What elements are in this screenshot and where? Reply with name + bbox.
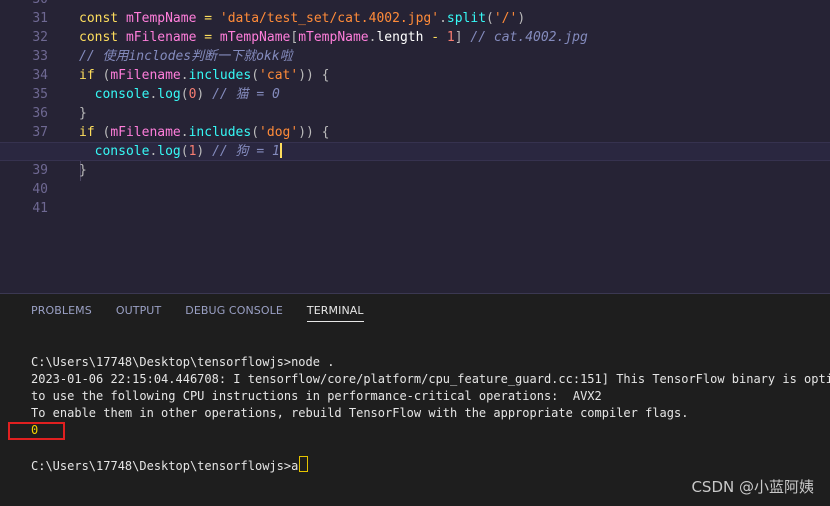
code-token: { bbox=[321, 125, 330, 140]
line-number: 40 bbox=[32, 182, 48, 197]
code-token: mTempName bbox=[219, 30, 291, 45]
code-token: ( bbox=[486, 11, 494, 26]
code-line[interactable]: if (mFilename.includes('cat')) { bbox=[79, 66, 830, 85]
code-line[interactable]: console.log(0) // 猫 = 0 bbox=[79, 85, 830, 104]
code-token: if bbox=[79, 125, 103, 140]
tab-debug-console[interactable]: DEBUG CONSOLE bbox=[185, 304, 283, 322]
text-cursor bbox=[279, 143, 282, 158]
line-number: 34 bbox=[32, 68, 48, 83]
tab-terminal[interactable]: TERMINAL bbox=[306, 304, 364, 322]
code-line[interactable]: console.log(1) // 狗 = 1 bbox=[0, 142, 830, 161]
terminal-cursor bbox=[299, 456, 309, 472]
code-token: [ bbox=[290, 30, 299, 45]
bottom-panel: PROBLEMS OUTPUT DEBUG CONSOLE TERMINAL C… bbox=[0, 293, 830, 506]
code-area[interactable]: const mTempName = 'data/test_set/cat.400… bbox=[0, 0, 830, 218]
code-token: = bbox=[204, 30, 220, 45]
tab-problems[interactable]: PROBLEMS bbox=[31, 304, 92, 322]
terminal-line: C:\Users\17748\Desktop\tensorflowjs>node… bbox=[31, 355, 335, 369]
code-token: 'data/test_set/cat.4002.jpg' bbox=[219, 11, 440, 26]
code-token: = bbox=[204, 11, 220, 26]
code-line[interactable] bbox=[79, 0, 830, 9]
line-number: 35 bbox=[32, 87, 48, 102]
code-token: mFilename bbox=[125, 30, 205, 45]
code-token: console bbox=[94, 87, 150, 102]
code-token: const bbox=[79, 11, 126, 26]
code-line[interactable]: } bbox=[79, 161, 830, 180]
code-token: const bbox=[79, 30, 126, 45]
terminal-prompt-line[interactable]: C:\Users\17748\Desktop\tensorflowjs>a bbox=[31, 456, 830, 473]
watermark: CSDN @小蓝阿姨 bbox=[691, 478, 814, 496]
code-line[interactable]: const mFilename = mTempName[mTempName.le… bbox=[79, 28, 830, 47]
code-token: includes bbox=[188, 125, 252, 140]
code-token: log bbox=[157, 87, 181, 102]
code-token: mFilename bbox=[110, 68, 181, 83]
line-number: 32 bbox=[32, 30, 48, 45]
code-token: // 狗 = 1 bbox=[212, 144, 280, 159]
terminal-line: 2023-01-06 22:15:04.446708: I tensorflow… bbox=[31, 372, 830, 386]
terminal-line: To enable them in other operations, rebu… bbox=[31, 406, 689, 420]
code-token: // cat.4002.jpg bbox=[470, 30, 588, 45]
panel-tabs: PROBLEMS OUTPUT DEBUG CONSOLE TERMINAL bbox=[31, 304, 388, 322]
code-line[interactable] bbox=[79, 180, 830, 199]
code-token: )) { bbox=[298, 68, 330, 83]
terminal-line: to use the following CPU instructions in… bbox=[31, 389, 602, 403]
code-token: // 猫 = 0 bbox=[212, 87, 280, 102]
code-token: mTempName bbox=[298, 30, 369, 45]
code-token: ] bbox=[454, 30, 471, 45]
terminal-output-value: 0 bbox=[31, 423, 39, 437]
code-token: ) bbox=[196, 144, 213, 159]
code-token: 'dog' bbox=[259, 125, 299, 140]
code-line[interactable]: const mTempName = 'data/test_set/cat.400… bbox=[79, 9, 830, 28]
code-token: mFilename bbox=[110, 125, 181, 140]
terminal-output[interactable]: C:\Users\17748\Desktop\tensorflowjs>node… bbox=[31, 354, 830, 473]
code-editor[interactable]: 303132333435363738394041 const mTempName… bbox=[0, 0, 830, 293]
code-token: } bbox=[79, 163, 87, 178]
code-token: '/' bbox=[493, 11, 518, 26]
line-number-gutter: 303132333435363738394041 bbox=[0, 0, 60, 218]
tab-output[interactable]: OUTPUT bbox=[116, 304, 161, 322]
line-number: 39 bbox=[32, 163, 48, 178]
line-number: 31 bbox=[32, 11, 48, 26]
code-token: . bbox=[180, 68, 189, 83]
line-number: 37 bbox=[32, 125, 48, 140]
code-token: )) bbox=[298, 125, 322, 140]
code-token: length bbox=[376, 30, 432, 45]
code-token: 'cat' bbox=[259, 68, 299, 83]
code-line[interactable]: } bbox=[79, 104, 830, 123]
line-number: 33 bbox=[32, 49, 48, 64]
code-token: - bbox=[431, 30, 447, 45]
code-line[interactable]: if (mFilename.includes('dog')) { bbox=[79, 123, 830, 142]
terminal-prompt: C:\Users\17748\Desktop\tensorflowjs>a bbox=[31, 459, 299, 473]
code-token: . bbox=[439, 11, 447, 26]
code-token: // 使用inclodes判断一下就okk啦 bbox=[79, 49, 293, 64]
code-token: includes bbox=[188, 68, 252, 83]
code-token: ( bbox=[180, 87, 189, 102]
line-number: 41 bbox=[32, 201, 48, 216]
code-token: ( bbox=[180, 144, 189, 159]
code-token: ) bbox=[517, 11, 526, 26]
code-token: ) bbox=[196, 87, 213, 102]
code-token: . bbox=[180, 125, 189, 140]
code-line[interactable] bbox=[79, 199, 830, 218]
code-line[interactable]: // 使用inclodes判断一下就okk啦 bbox=[79, 47, 830, 66]
line-number: 30 bbox=[0, 0, 54, 9]
code-token: console bbox=[94, 144, 150, 159]
code-token: } bbox=[79, 106, 87, 121]
code-token: 1 bbox=[446, 30, 455, 45]
code-token: log bbox=[157, 144, 181, 159]
highlight-box bbox=[8, 422, 65, 440]
line-number: 36 bbox=[32, 106, 48, 121]
code-token: ( bbox=[251, 125, 260, 140]
code-token: if bbox=[79, 68, 103, 83]
code-token: split bbox=[446, 11, 487, 26]
code-token: mTempName bbox=[125, 11, 205, 26]
code-token: ( bbox=[251, 68, 260, 83]
